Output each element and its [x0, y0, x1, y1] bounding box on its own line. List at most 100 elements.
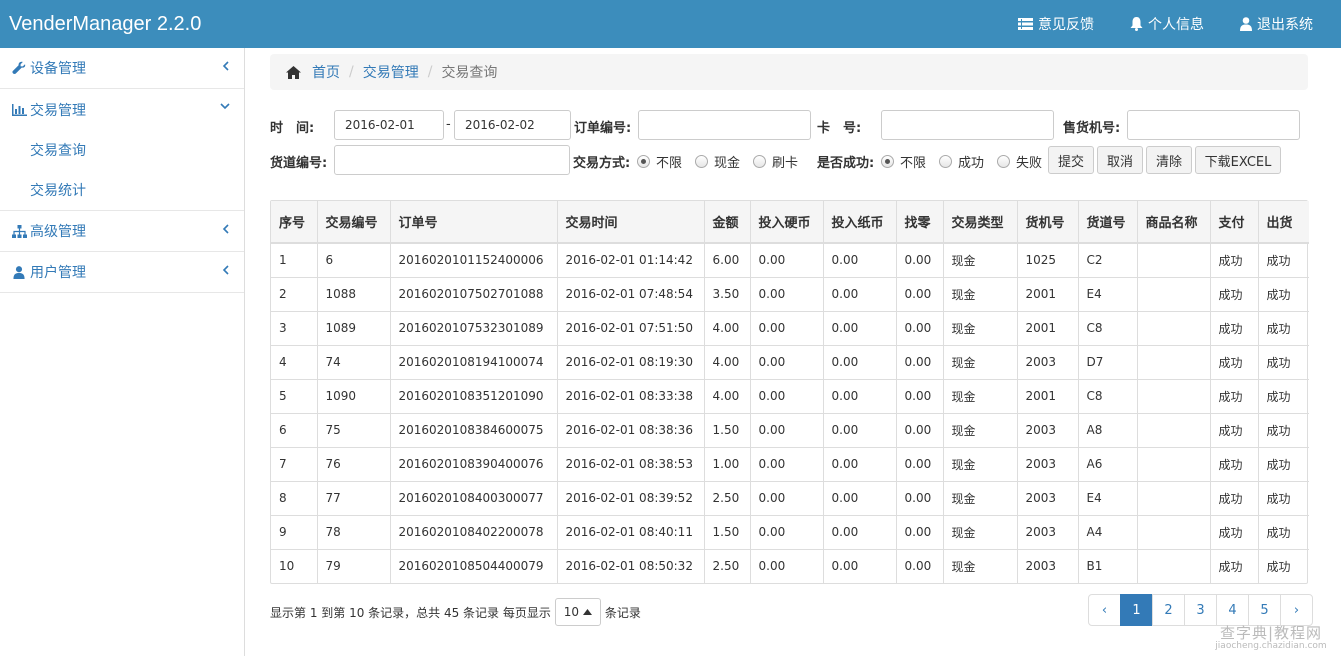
table-cell: 6: [271, 413, 318, 448]
navbar-actions: 意见反馈 个人信息 退出系统: [982, 14, 1341, 34]
sidebar-label-trade: 交易管理: [30, 102, 86, 119]
sidebar-item-trade[interactable]: 交易管理: [0, 89, 244, 130]
sidebar-label-device: 设备管理: [30, 61, 86, 77]
page-1-button[interactable]: 1: [1120, 594, 1153, 626]
breadcrumb-section[interactable]: 交易管理: [363, 62, 419, 82]
sidebar-item-device[interactable]: 设备管理: [0, 48, 244, 89]
column-header[interactable]: 交易类型: [943, 201, 1018, 244]
app-title[interactable]: VenderManager 2.2.0: [0, 13, 201, 36]
breadcrumb-current: 交易查询: [441, 65, 498, 81]
radio-dot: [695, 155, 709, 168]
column-header[interactable]: 货机号: [1017, 201, 1079, 244]
payment-type-cash-radio[interactable]: 现金: [695, 152, 740, 171]
table-cell: 2016-02-01 08:40:11: [557, 515, 705, 550]
prev-page-button[interactable]: ‹: [1088, 594, 1121, 626]
cancel-button[interactable]: 取消: [1097, 146, 1143, 174]
table-cell: 1090: [317, 379, 391, 414]
table-cell: 3.50: [704, 277, 751, 312]
column-header[interactable]: 出货: [1258, 201, 1309, 244]
column-header[interactable]: 投入纸币: [823, 201, 897, 244]
table-cell: 1089: [317, 311, 391, 346]
feedback-link[interactable]: 意见反馈: [1018, 14, 1094, 34]
table-cell: 0.00: [750, 413, 824, 448]
table-cell: 0.00: [823, 277, 897, 312]
table-cell: 3: [271, 311, 318, 346]
payment-type-card-radio[interactable]: 刷卡: [753, 152, 798, 171]
column-header[interactable]: 交易编号: [317, 201, 391, 244]
breadcrumb-separator: /: [349, 64, 354, 80]
table-cell: 成功: [1210, 345, 1259, 380]
table-row[interactable]: 7 76 2016020108390400076 2016-02-01 08:38:5…: [271, 447, 1309, 482]
caret-up-icon: [583, 609, 593, 615]
table-cell: 成功: [1258, 379, 1309, 414]
radio-dot: [753, 155, 767, 168]
sidebar-item-trade-query[interactable]: 交易查询: [0, 130, 244, 170]
column-header[interactable]: 交易时间: [557, 201, 705, 244]
table-cell: 4: [271, 345, 318, 380]
column-header[interactable]: 金额: [704, 201, 751, 244]
table-cell: 成功: [1258, 481, 1309, 516]
page-2-button[interactable]: 2: [1152, 594, 1185, 626]
table-cell: 成功: [1258, 447, 1309, 482]
success-group: 不限 成功 失败: [881, 152, 1055, 171]
table-cell: 2003: [1017, 481, 1079, 516]
table-row[interactable]: 9 78 2016020108402200078 2016-02-01 08:40:1…: [271, 515, 1309, 550]
success-label: 是否成功:: [817, 156, 875, 171]
payment-type-any-radio[interactable]: 不限: [637, 152, 682, 171]
table-row[interactable]: 1 6 2016020101152400006 2016-02-01 01:14:42…: [271, 243, 1309, 278]
clear-button[interactable]: 清除: [1146, 146, 1192, 174]
page-size-select[interactable]: 10: [554, 598, 601, 626]
table-row[interactable]: 2 1088 2016020107502701088 2016-02-01 07:48…: [271, 277, 1309, 312]
table-cell: 0.00: [750, 515, 824, 550]
submit-button[interactable]: 提交: [1048, 146, 1094, 174]
radio-label: 失败: [1016, 156, 1043, 171]
column-header[interactable]: 找零: [896, 201, 944, 244]
table-row[interactable]: 10 79 2016020108504400079 2016-02-01 08:50:…: [271, 549, 1309, 583]
lane-number-input[interactable]: [334, 145, 570, 175]
logout-link[interactable]: 退出系统: [1240, 14, 1313, 34]
table-cell: [1137, 277, 1211, 312]
profile-link[interactable]: 个人信息: [1130, 14, 1204, 34]
sidebar-item-trade-stats[interactable]: 交易统计: [0, 170, 244, 210]
column-header[interactable]: 支付: [1210, 201, 1259, 244]
column-header[interactable]: 订单号: [390, 201, 558, 244]
home-icon[interactable]: [286, 65, 301, 79]
radio-label: 刷卡: [772, 156, 799, 171]
table-cell: 2003: [1017, 413, 1079, 448]
column-header[interactable]: 序号: [271, 201, 318, 244]
success-any-radio[interactable]: 不限: [881, 152, 926, 171]
table-cell: 2016-02-01 08:38:53: [557, 447, 705, 482]
success-yes-radio[interactable]: 成功: [939, 152, 984, 171]
vender-number-input[interactable]: [1127, 110, 1300, 140]
table-cell: 0.00: [750, 243, 824, 278]
table-cell: 2003: [1017, 549, 1079, 583]
table-cell: 成功: [1266, 559, 1291, 574]
sidebar-item-advanced[interactable]: 高级管理: [0, 211, 244, 252]
column-header[interactable]: 投入硬币: [750, 201, 824, 244]
breadcrumb-home[interactable]: 首页: [312, 62, 340, 82]
table-cell: 0.00: [823, 413, 897, 448]
table-cell: 成功: [1258, 311, 1309, 346]
download-excel-button[interactable]: 下载EXCEL: [1195, 146, 1281, 174]
card-number-input[interactable]: [881, 110, 1054, 140]
column-header[interactable]: 商品名称: [1137, 201, 1211, 244]
date-from-input[interactable]: [334, 110, 444, 140]
table-cell: 77: [317, 481, 391, 516]
date-to-input[interactable]: [454, 110, 571, 140]
success-no-radio[interactable]: 失败: [997, 152, 1042, 171]
sidebar-item-users[interactable]: 用户管理: [0, 252, 244, 293]
table-row[interactable]: 5 1090 2016020108351201090 2016-02-01 08:33…: [271, 379, 1309, 414]
radio-dot: [997, 155, 1011, 168]
table-row[interactable]: 6 75 2016020108384600075 2016-02-01 08:38:3…: [271, 413, 1309, 448]
table-row[interactable]: 4 74 2016020108194100074 2016-02-01 08:19:3…: [271, 345, 1309, 380]
table-header-row: 序号 交易编号 订单号 交易时间 金额 投入硬币 投入纸币 找零 交易类型 货机号 货道号 商品名称支…: [271, 201, 1309, 244]
table-cell: 1: [271, 243, 318, 278]
table-cell: 2016020108351201090: [390, 379, 558, 414]
table-cell: 4.00: [704, 345, 751, 380]
table-row[interactable]: 8 77 2016020108400300077 2016-02-01 08:39:5…: [271, 481, 1309, 516]
column-header[interactable]: 货道号: [1078, 201, 1138, 244]
table-row[interactable]: 3 1089 2016020107532301089 2016-02-01 07:51…: [271, 311, 1309, 346]
table-cell: [1137, 515, 1211, 550]
order-number-input[interactable]: [638, 110, 811, 140]
trade-submenu: 交易查询 交易统计: [0, 130, 244, 211]
